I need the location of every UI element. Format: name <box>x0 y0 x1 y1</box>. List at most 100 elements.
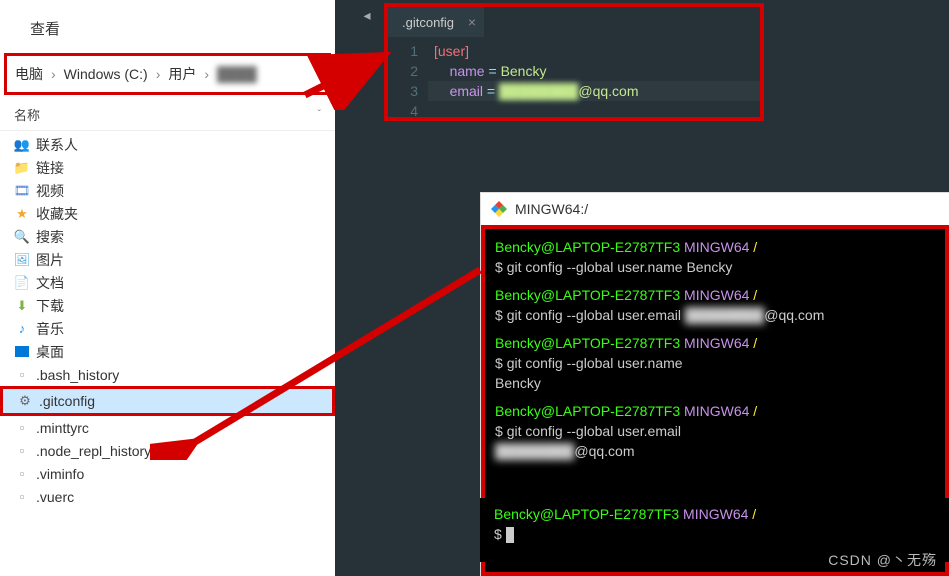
folder-desktop[interactable]: 桌面 <box>0 340 335 363</box>
gear-icon: ⚙ <box>17 393 33 409</box>
item-label: 搜索 <box>36 227 64 247</box>
prompt-dollar: $ <box>494 526 506 542</box>
breadcrumb[interactable]: 电脑 › Windows (C:) › 用户 › ████ <box>11 62 324 86</box>
close-icon[interactable]: × <box>468 14 476 30</box>
folder-videos[interactable]: 🎞视频 <box>0 179 335 202</box>
key-token: name <box>450 63 485 79</box>
item-label: 链接 <box>36 158 64 178</box>
mingw-logo-icon <box>491 201 507 217</box>
music-icon: ♪ <box>14 321 30 337</box>
line-num: 2 <box>388 61 418 81</box>
prompt-user: Bencky@LAPTOP-E2787TF3 <box>494 506 679 522</box>
terminal-body[interactable]: Bencky@LAPTOP-E2787TF3 MINGW64 / $ git c… <box>485 229 945 469</box>
file-minttyrc[interactable]: ▫.minttyrc <box>0 416 335 439</box>
val-redacted: ████████ <box>499 83 578 99</box>
item-label: .vuerc <box>36 489 74 505</box>
prompt-user: Bencky@LAPTOP-E2787TF3 <box>495 335 680 351</box>
prompt-user: Bencky@LAPTOP-E2787TF3 <box>495 403 680 419</box>
chevron-right-icon: › <box>47 66 60 82</box>
cmd-output: @qq.com <box>574 443 634 459</box>
file-vuerc[interactable]: ▫ .vuerc <box>0 485 335 508</box>
item-label: 下载 <box>36 296 64 316</box>
prompt-path: / <box>753 403 757 419</box>
prompt-path: / <box>753 335 757 351</box>
prompt-env: MINGW64 <box>684 239 749 255</box>
item-label: 图片 <box>36 250 64 270</box>
prompt-dollar: $ <box>495 259 507 275</box>
item-label: .node_repl_history <box>36 443 151 459</box>
contacts-icon: 👥 <box>14 137 30 153</box>
code-content: [user] name = Bencky email = ████████@qq… <box>428 37 760 117</box>
column-header-name[interactable]: 名称 ˇ <box>0 95 335 131</box>
item-label: 文档 <box>36 273 64 293</box>
folder-pictures[interactable]: 🖼 图片 <box>0 248 335 271</box>
current-line-highlight <box>428 81 760 101</box>
folder-documents[interactable]: 📄 文档 <box>0 271 335 294</box>
file-viminfo[interactable]: ▫ .viminfo <box>0 462 335 485</box>
search-icon: 🔍 <box>14 229 30 245</box>
item-label: .bash_history <box>36 367 119 383</box>
eq-token: = <box>485 63 501 79</box>
folder-downloads[interactable]: ⬇ 下载 <box>0 294 335 317</box>
links-icon: 📁 <box>14 160 30 176</box>
editor-tab-gitconfig[interactable]: .gitconfig × <box>388 7 484 37</box>
item-label: .gitconfig <box>39 393 95 409</box>
prompt-user: Bencky@LAPTOP-E2787TF3 <box>495 287 680 303</box>
folder-music[interactable]: ♪ 音乐 <box>0 317 335 340</box>
prompt-dollar: $ <box>495 307 507 323</box>
prompt-path: / <box>753 287 757 303</box>
crumb-root[interactable]: 电脑 <box>11 62 47 86</box>
file-icon: ▫ <box>14 466 30 482</box>
line-num: 4 <box>388 101 418 121</box>
cmd-text: @qq.com <box>764 307 824 323</box>
document-icon: 📄 <box>14 275 30 291</box>
view-menu-label[interactable]: 查看 <box>0 0 335 53</box>
prompt-dollar: $ <box>495 423 507 439</box>
code-editor[interactable]: 1 2 3 4 [user] name = Bencky email = ███… <box>388 37 760 117</box>
file-explorer: 查看 电脑 › Windows (C:) › 用户 › ████ 名称 ˇ 👥联… <box>0 0 335 576</box>
crumb-folder[interactable]: 用户 <box>164 62 200 86</box>
folder-links[interactable]: 📁 链接 <box>0 156 335 179</box>
cmd-text: git config --global user.email <box>507 307 685 323</box>
line-num: 3 <box>388 81 418 101</box>
folder-favorites[interactable]: ★ 收藏夹 <box>0 202 335 225</box>
line-num: 1 <box>388 41 418 61</box>
cmd-redacted: ████████ <box>685 307 764 323</box>
sort-caret-icon: ˇ <box>318 109 321 120</box>
tab-label: .gitconfig <box>402 15 454 30</box>
watermark: CSDN @丶无殇 <box>828 550 937 570</box>
star-icon: ★ <box>14 206 30 222</box>
file-icon: ▫ <box>14 443 30 459</box>
tab-prev-icon[interactable]: ◂ <box>360 7 374 24</box>
picture-icon: 🖼 <box>14 252 30 268</box>
download-icon: ⬇ <box>14 298 30 314</box>
cmd-output-redacted: ████████ <box>495 443 574 459</box>
terminal-title-text: MINGW64:/ <box>515 201 588 217</box>
folder-contacts[interactable]: 👥联系人 <box>0 133 335 156</box>
item-label: 收藏夹 <box>36 204 78 224</box>
file-bash-history[interactable]: ▫ .bash_history <box>0 363 335 386</box>
item-label: .viminfo <box>36 466 84 482</box>
chevron-right-icon: › <box>200 66 213 82</box>
file-icon: ▫ <box>14 367 30 383</box>
line-numbers: 1 2 3 4 <box>388 37 428 117</box>
item-label: 视频 <box>36 181 64 201</box>
file-icon: ▫ <box>14 489 30 505</box>
prompt-path: / <box>753 239 757 255</box>
editor-highlight-box: .gitconfig × 1 2 3 4 [user] name = Benck… <box>384 3 764 121</box>
file-gitconfig[interactable]: ⚙ .gitconfig <box>0 386 335 416</box>
chevron-right-icon: › <box>152 66 165 82</box>
crumb-user-redacted[interactable]: ████ <box>213 64 261 84</box>
prompt-env: MINGW64 <box>684 287 749 303</box>
folder-searches[interactable]: 🔍 搜索 <box>0 225 335 248</box>
file-node-repl-history[interactable]: ▫ .node_repl_history <box>0 439 335 462</box>
prompt-env: MINGW64 <box>684 403 749 419</box>
prompt-path: / <box>752 506 756 522</box>
terminal-titlebar[interactable]: MINGW64:/ <box>481 193 949 225</box>
cmd-text: git config --global user.name <box>507 355 683 371</box>
file-list: 👥联系人 📁 链接 🎞视频 ★ 收藏夹 🔍 搜索 🖼 图片 📄 文档 ⬇ 下载 ♪ 音乐 桌面… <box>0 131 335 510</box>
val-token: Bencky <box>501 63 547 79</box>
prompt-user: Bencky@LAPTOP-E2787TF3 <box>495 239 680 255</box>
item-label: 音乐 <box>36 319 64 339</box>
crumb-drive[interactable]: Windows (C:) <box>60 64 152 84</box>
